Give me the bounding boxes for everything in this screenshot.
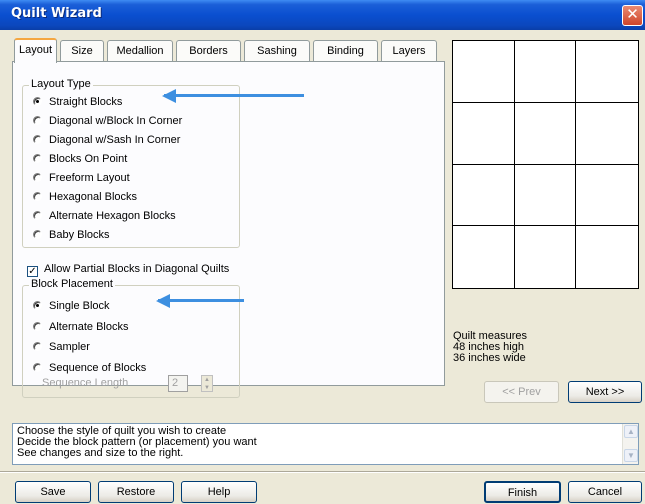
quilt-block [514, 102, 577, 165]
radio-label: Straight Blocks [49, 96, 123, 108]
tab-layout[interactable]: Layout [14, 38, 57, 63]
scrollbar[interactable]: ▲ ▼ [622, 424, 638, 464]
radio-icon [33, 173, 42, 182]
radio-label: Hexagonal Blocks [49, 191, 138, 203]
spin-down-icon[interactable]: ▼ [202, 384, 212, 392]
radio-sequence-of-blocks[interactable]: Sequence of Blocks [33, 360, 146, 376]
radio-label: Single Block [49, 300, 110, 312]
close-button[interactable]: ✕ [622, 5, 643, 26]
radio-freeform-layout[interactable]: Freeform Layout [33, 170, 130, 186]
scroll-up-icon[interactable]: ▲ [624, 425, 638, 438]
block-placement-label: Block Placement [29, 278, 115, 290]
radio-diagonal-block-corner[interactable]: Diagonal w/Block In Corner [33, 113, 182, 129]
restore-button[interactable]: Restore [98, 481, 174, 503]
title-bar: Quilt Wizard ✕ [0, 0, 645, 30]
divider [0, 471, 645, 473]
measures-width: 36 inches wide [453, 352, 526, 364]
radio-icon [33, 322, 42, 331]
radio-alternate-blocks[interactable]: Alternate Blocks [33, 319, 128, 335]
scroll-down-icon[interactable]: ▼ [624, 449, 638, 462]
tab-binding[interactable]: Binding [313, 40, 378, 62]
radio-blocks-on-point[interactable]: Blocks On Point [33, 151, 127, 167]
radio-icon [33, 230, 42, 239]
quilt-block [576, 41, 638, 103]
radio-icon [33, 192, 42, 201]
sequence-length-input[interactable]: 2 [168, 375, 188, 392]
radio-label: Diagonal w/Block In Corner [49, 115, 183, 127]
radio-selected-icon [33, 97, 42, 106]
radio-label: Alternate Blocks [49, 321, 129, 333]
layout-type-label: Layout Type [29, 78, 93, 90]
spin-up-icon[interactable]: ▲ [202, 376, 212, 384]
quilt-block [515, 226, 577, 288]
sequence-length-stepper[interactable]: ▲ ▼ [201, 375, 213, 392]
radio-icon [33, 116, 42, 125]
tab-borders[interactable]: Borders [176, 40, 241, 62]
instructions-textbox[interactable]: Choose the style of quilt you wish to cr… [12, 423, 639, 465]
radio-icon [33, 135, 42, 144]
quilt-block [453, 226, 515, 288]
arrow-annotation-icon [162, 89, 304, 103]
allow-partial-checkbox[interactable]: ✓ Allow Partial Blocks in Diagonal Quilts [27, 262, 229, 277]
radio-icon [33, 211, 42, 220]
save-button[interactable]: Save [15, 481, 91, 503]
checkmark-icon: ✓ [27, 266, 38, 277]
radio-single-block[interactable]: Single Block [33, 298, 110, 314]
quilt-block [576, 226, 638, 288]
next-button[interactable]: Next >> [568, 381, 642, 403]
radio-alternate-hexagon[interactable]: Alternate Hexagon Blocks [33, 208, 176, 224]
radio-straight-blocks[interactable]: Straight Blocks [33, 94, 122, 110]
layout-type-group: Layout Type Straight Blocks Diagonal w/B… [22, 78, 240, 248]
radio-label: Baby Blocks [49, 229, 110, 241]
instruction-line: See changes and size to the right. [17, 447, 184, 459]
cancel-button[interactable]: Cancel [568, 481, 642, 503]
prev-button[interactable]: << Prev [484, 381, 559, 403]
radio-icon [33, 342, 42, 351]
allow-partial-label: Allow Partial Blocks in Diagonal Quilts [44, 263, 230, 275]
tab-sashing[interactable]: Sashing [244, 40, 310, 62]
quilt-block [453, 41, 515, 103]
radio-label: Sampler [49, 341, 90, 353]
radio-label: Alternate Hexagon Blocks [49, 210, 176, 222]
quilt-measures: Quilt measures 48 inches high 36 inches … [453, 331, 527, 364]
radio-label: Sequence of Blocks [49, 362, 147, 374]
quilt-block [514, 164, 577, 227]
radio-label: Diagonal w/Sash In Corner [49, 134, 181, 146]
quilt-block [453, 102, 515, 165]
quilt-preview [452, 40, 639, 289]
radio-sampler[interactable]: Sampler [33, 339, 90, 355]
quilt-block [576, 103, 638, 165]
radio-label: Blocks On Point [49, 153, 128, 165]
radio-hexagonal-blocks[interactable]: Hexagonal Blocks [33, 189, 137, 205]
radio-label: Freeform Layout [49, 172, 130, 184]
radio-diagonal-sash-corner[interactable]: Diagonal w/Sash In Corner [33, 132, 180, 148]
sequence-length-label: Sequence Length [42, 377, 129, 389]
quilt-block [514, 41, 577, 103]
radio-baby-blocks[interactable]: Baby Blocks [33, 227, 110, 243]
tab-layers[interactable]: Layers [381, 40, 437, 62]
window-title: Quilt Wizard [11, 6, 102, 21]
radio-icon [33, 154, 42, 163]
tab-medallion[interactable]: Medallion [107, 40, 173, 62]
quilt-block [453, 164, 515, 227]
quilt-block [576, 165, 638, 227]
radio-selected-icon [33, 301, 42, 310]
tab-size[interactable]: Size [60, 40, 104, 62]
finish-button[interactable]: Finish [484, 481, 561, 503]
layout-tab-panel: Layout Type Straight Blocks Diagonal w/B… [12, 61, 445, 398]
help-button[interactable]: Help [181, 481, 257, 503]
arrow-annotation-icon [156, 294, 244, 308]
radio-icon [33, 363, 42, 372]
